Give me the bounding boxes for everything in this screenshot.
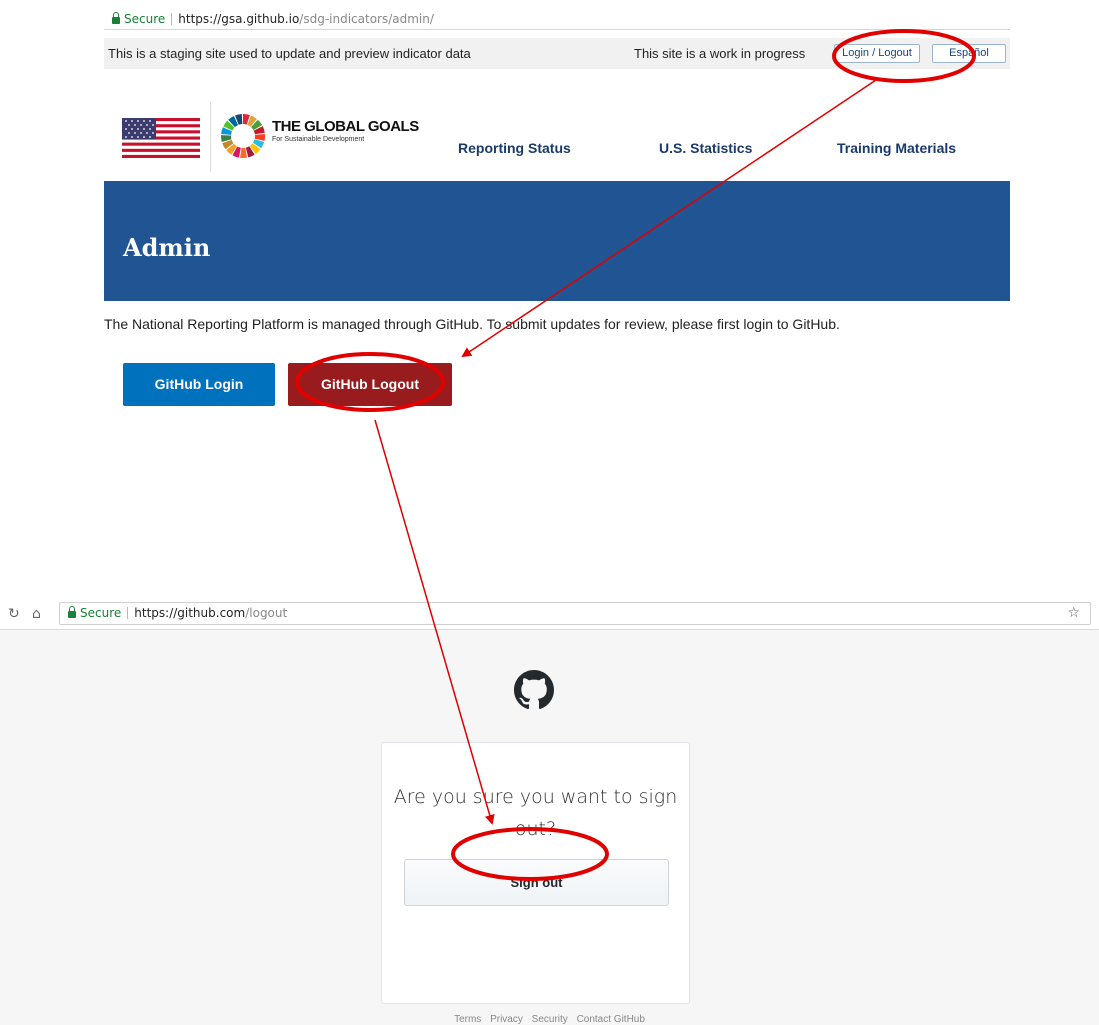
home-icon[interactable]: ⌂ — [32, 606, 41, 622]
page-title: Admin — [123, 233, 211, 262]
footer-link-terms[interactable]: Terms — [454, 1014, 481, 1025]
global-goals-wheel-icon[interactable] — [220, 113, 266, 159]
espanol-button[interactable]: Español — [932, 44, 1006, 63]
signout-card: Are you sure you want to sign out? Sign … — [381, 742, 690, 1004]
global-goals-subtitle: For Sustainable Development — [272, 136, 365, 143]
github-login-button[interactable]: GitHub Login — [123, 363, 275, 406]
footer-link-privacy[interactable]: Privacy — [490, 1014, 523, 1025]
reload-icon[interactable]: ↻ — [8, 606, 20, 622]
address-bar[interactable]: Secure https://gsa.github.io/sdg-indicato… — [104, 8, 1010, 30]
header-divider — [210, 102, 211, 172]
nav-training-materials[interactable]: Training Materials — [837, 140, 956, 156]
github-logout-screenshot: ↻ ⌂ Secure https://github.com/logout ☆ Ar… — [0, 598, 1099, 1025]
admin-description: The National Reporting Platform is manag… — [104, 316, 840, 332]
staging-site-screenshot: Secure https://gsa.github.io/sdg-indicato… — [104, 8, 1010, 420]
url-host: https://gsa.github.io — [178, 12, 300, 26]
bookmark-star-icon[interactable]: ☆ — [1067, 603, 1080, 624]
progress-notice: This site is a work in progress — [634, 46, 806, 61]
github-octocat-icon[interactable] — [514, 670, 554, 710]
global-goals-title[interactable]: THE GLOBAL GOALS — [272, 118, 419, 135]
lock-icon — [68, 606, 76, 618]
admin-hero: Admin — [104, 181, 1010, 301]
footer-link-contact[interactable]: Contact GitHub — [577, 1014, 645, 1025]
login-logout-button[interactable]: Login / Logout — [834, 44, 920, 63]
address-bar[interactable]: Secure https://github.com/logout ☆ — [59, 602, 1091, 625]
github-logout-button[interactable]: GitHub Logout — [288, 363, 452, 406]
nav-reporting-status[interactable]: Reporting Status — [458, 140, 571, 156]
url-host: https://github.com — [134, 606, 246, 620]
github-footer: Terms Privacy Security Contact GitHub — [0, 1014, 1099, 1025]
staging-notice: This is a staging site used to update an… — [108, 46, 471, 61]
lock-icon — [112, 12, 120, 24]
address-separator — [127, 607, 129, 619]
secure-label: Secure — [124, 12, 166, 26]
sign-out-button[interactable]: Sign out — [404, 859, 669, 906]
browser-toolbar: ↻ ⌂ Secure https://github.com/logout ☆ — [0, 598, 1099, 630]
site-header: THE GLOBAL GOALS For Sustainable Develop… — [104, 98, 1010, 188]
us-flag-icon[interactable] — [122, 118, 200, 158]
footer-link-security[interactable]: Security — [532, 1014, 568, 1025]
staging-banner: This is a staging site used to update an… — [104, 38, 1010, 69]
url-path: /sdg-indicators/admin/ — [299, 12, 434, 26]
sdg-wheel-segment — [240, 147, 248, 158]
secure-label: Secure — [80, 606, 122, 620]
signout-question: Are you sure you want to sign out? — [393, 786, 678, 840]
nav-us-statistics[interactable]: U.S. Statistics — [659, 140, 752, 156]
address-separator — [171, 13, 173, 25]
url-path: /logout — [245, 606, 288, 620]
